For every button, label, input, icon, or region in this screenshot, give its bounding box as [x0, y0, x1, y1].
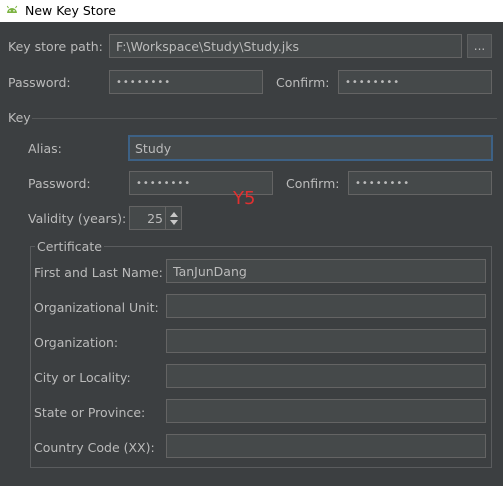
- spinner-up-icon[interactable]: [169, 211, 178, 217]
- keystore-password-label: Password:: [8, 75, 71, 90]
- key-confirm-field[interactable]: ••••••••: [348, 171, 492, 195]
- validity-label: Validity (years):: [28, 211, 127, 226]
- window-title: New Key Store: [25, 3, 116, 18]
- red-annotation-mark: Y5: [233, 188, 256, 209]
- cert-org-field[interactable]: [166, 329, 486, 353]
- alias-label: Alias:: [28, 141, 62, 156]
- key-password-label: Password:: [28, 176, 91, 191]
- cert-org-unit-label: Organizational Unit:: [34, 300, 159, 315]
- validity-spinner[interactable]: 25: [129, 206, 182, 230]
- validity-value: 25: [147, 210, 163, 226]
- cert-org-label: Organization:: [34, 335, 119, 350]
- cert-city-label: City or Locality:: [34, 370, 131, 385]
- cert-city-field[interactable]: [166, 364, 486, 388]
- cert-country-label: Country Code (XX):: [34, 440, 155, 455]
- alias-field[interactable]: Study: [128, 135, 493, 161]
- title-bar: New Key Store: [0, 0, 503, 22]
- keystore-path-label: Key store path:: [8, 39, 103, 54]
- key-confirm-label: Confirm:: [286, 176, 340, 191]
- keystore-password-field[interactable]: ••••••••: [109, 70, 263, 94]
- keystore-confirm-label: Confirm:: [276, 75, 330, 90]
- spinner-down-icon[interactable]: [169, 219, 178, 225]
- cert-org-unit-field[interactable]: [166, 294, 486, 318]
- browse-button[interactable]: ...: [467, 34, 492, 58]
- cert-state-field[interactable]: [166, 399, 486, 423]
- cert-name-field[interactable]: TanJunDang: [166, 259, 486, 283]
- keystore-path-field[interactable]: F:\Workspace\Study\Study.jks: [109, 34, 462, 58]
- android-icon: [6, 5, 18, 13]
- keystore-confirm-field[interactable]: ••••••••: [338, 70, 492, 94]
- certificate-title: Certificate: [35, 239, 104, 254]
- key-section-label: Key: [8, 110, 31, 125]
- cert-country-field[interactable]: [166, 434, 486, 458]
- key-section-divider: [32, 118, 497, 119]
- cert-name-label: First and Last Name:: [34, 265, 163, 280]
- spinner-arrows[interactable]: [165, 207, 181, 229]
- cert-state-label: State or Province:: [34, 405, 146, 420]
- dialog-content: Key store path: F:\Workspace\Study\Study…: [0, 22, 503, 486]
